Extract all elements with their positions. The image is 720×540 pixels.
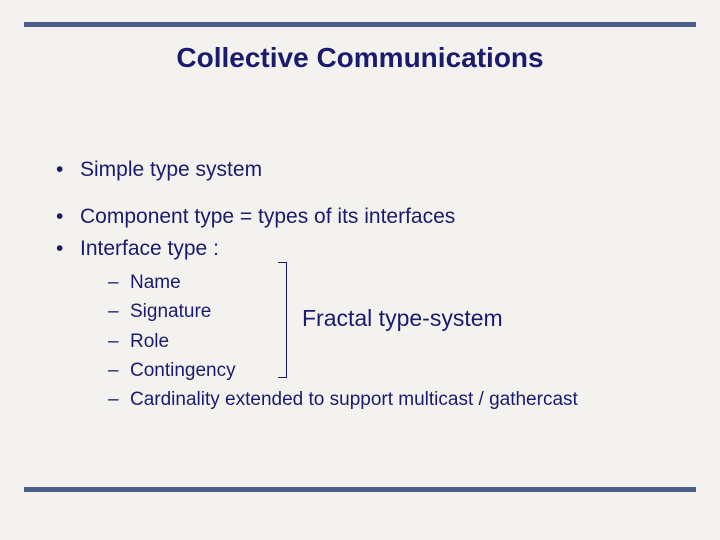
bracket-icon — [278, 262, 287, 378]
bullet-item: Simple type system — [56, 154, 680, 187]
sub-bullet-list: Name Signature Role Contingency Cardinal… — [80, 268, 680, 415]
sub-bullet-item: Contingency — [108, 356, 680, 385]
bullet-item: Component type = types of its interfaces — [56, 201, 680, 234]
bullet-text: Interface type : — [80, 237, 219, 260]
bottom-rule — [24, 487, 696, 492]
annotation-label: Fractal type-system — [302, 305, 503, 332]
slide-title: Collective Communications — [0, 42, 720, 74]
slide: Collective Communications Simple type sy… — [0, 0, 720, 540]
slide-body: Simple type system Component type = type… — [56, 154, 680, 415]
sub-bullet-item: Name — [108, 268, 680, 297]
top-rule — [24, 22, 696, 27]
sub-bullet-item: Cardinality extended to support multicas… — [108, 385, 680, 414]
bullet-list: Simple type system — [56, 154, 680, 187]
